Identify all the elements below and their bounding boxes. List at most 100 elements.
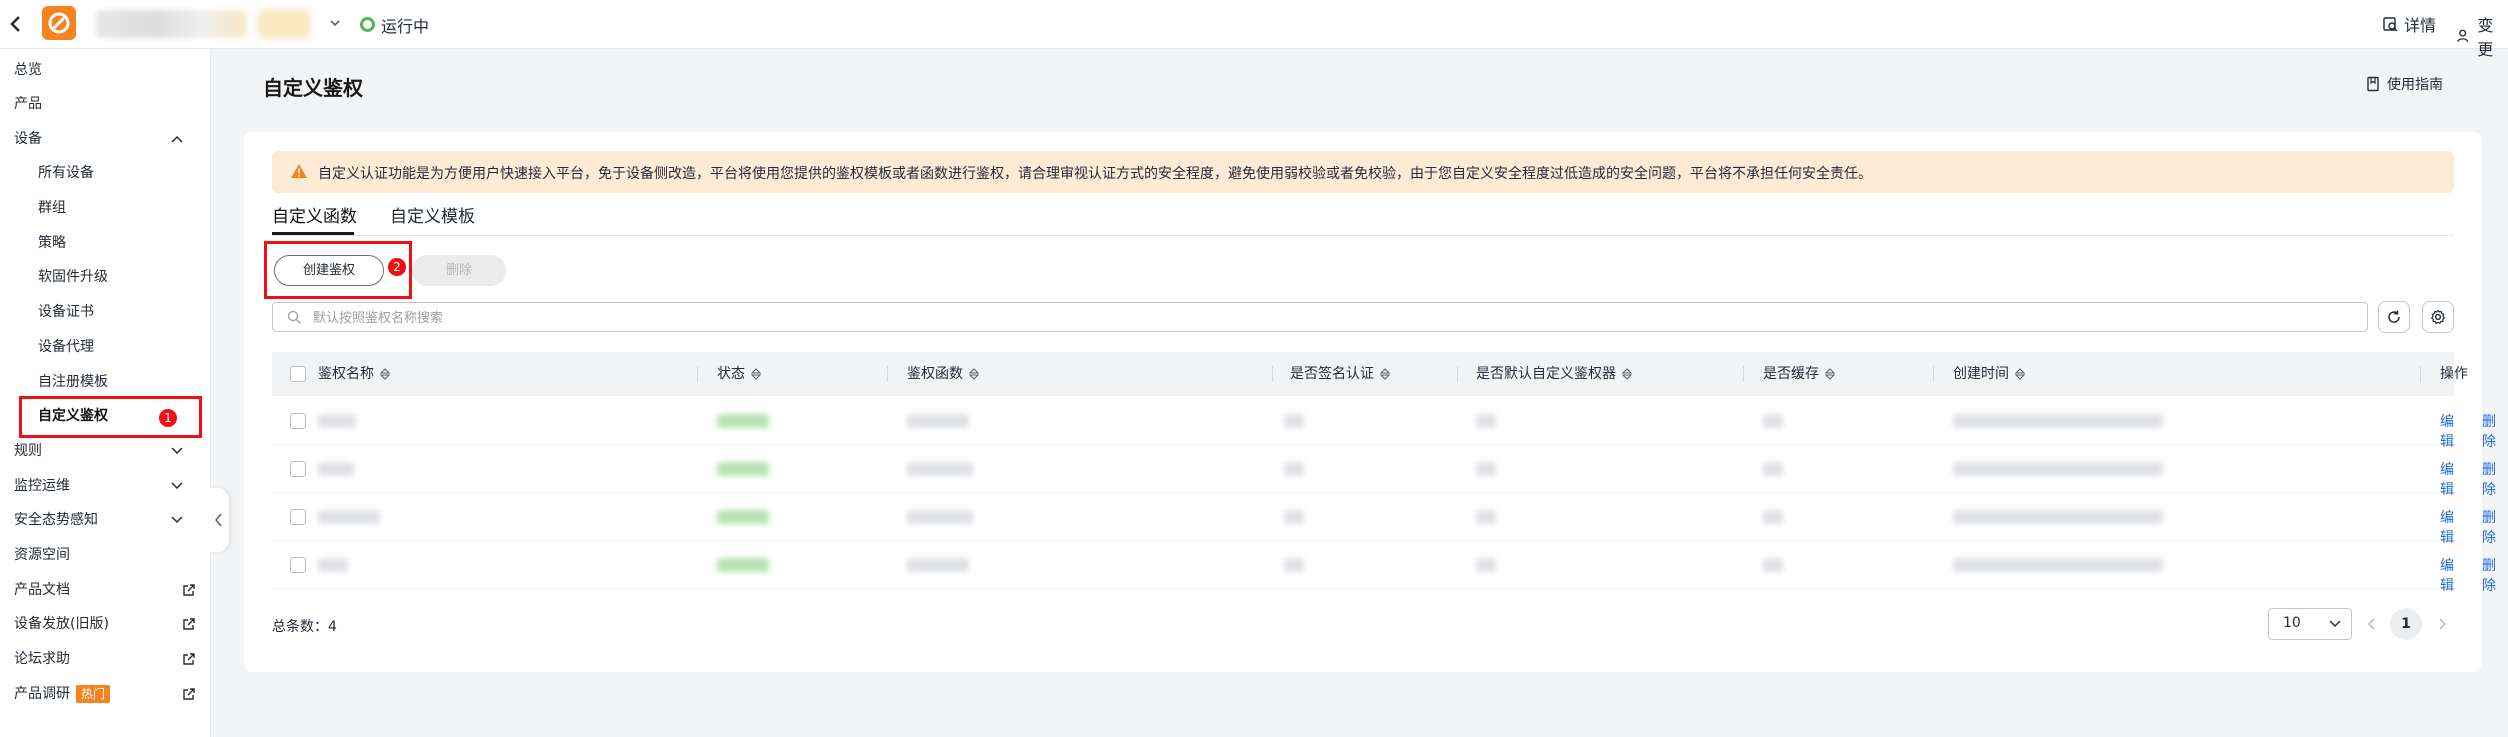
back-arrow-icon[interactable] bbox=[8, 12, 24, 36]
sidebar-item-label: 安全态势感知 bbox=[14, 512, 98, 528]
book-icon bbox=[2367, 76, 2379, 92]
chevron-down-icon bbox=[171, 447, 183, 455]
sidebar: 总览 产品 设备 所有设备 群组 策略 软固件升级 设备证书 设备代理 自注册模… bbox=[0, 49, 211, 737]
step-badge-1: 1 bbox=[159, 409, 177, 427]
instance-status: 运行中 bbox=[381, 17, 430, 36]
table-row: 编辑 删除 bbox=[272, 397, 2496, 450]
sidebar-item-forum[interactable]: 论坛求助 bbox=[0, 642, 210, 676]
column-header-status[interactable]: 状态 bbox=[717, 352, 761, 396]
refresh-button[interactable] bbox=[2378, 301, 2410, 333]
row-checkbox[interactable] bbox=[290, 557, 306, 573]
next-page-icon[interactable] bbox=[2436, 616, 2448, 632]
redacted-default bbox=[1476, 462, 1496, 476]
sidebar-item-devices[interactable]: 设备 bbox=[0, 122, 210, 156]
sidebar-item-label: 所有设备 bbox=[38, 165, 94, 181]
sidebar-item-all-devices[interactable]: 所有设备 bbox=[0, 156, 210, 190]
sidebar-item-label: 监控运维 bbox=[14, 478, 70, 494]
redacted-function bbox=[907, 462, 973, 476]
sidebar-item-label: 产品调研 bbox=[14, 686, 70, 702]
table-row: 编辑 删除 bbox=[272, 493, 2496, 546]
sidebar-item-product-survey[interactable]: 产品调研 热门 bbox=[0, 677, 210, 711]
sidebar-item-firmware-upgrade[interactable]: 软固件升级 bbox=[0, 260, 210, 294]
chevron-down-icon bbox=[2329, 620, 2341, 627]
row-checkbox[interactable] bbox=[290, 509, 306, 525]
search-icon bbox=[287, 310, 301, 324]
sidebar-item-label: 设备 bbox=[14, 131, 42, 147]
tabs-divider bbox=[272, 235, 2454, 236]
sidebar-item-product-docs[interactable]: 产品文档 bbox=[0, 573, 210, 607]
column-header-name[interactable]: 鉴权名称 bbox=[318, 352, 390, 396]
sort-icon bbox=[751, 368, 761, 380]
sidebar-item-device-provisioning-legacy[interactable]: 设备发放(旧版) bbox=[0, 607, 210, 641]
sort-icon bbox=[1825, 368, 1835, 380]
row-checkbox[interactable] bbox=[290, 413, 306, 429]
sidebar-item-device-proxy[interactable]: 设备代理 bbox=[0, 330, 210, 364]
page-size-select[interactable]: 10 bbox=[2268, 608, 2352, 640]
sidebar-item-products[interactable]: 产品 bbox=[0, 87, 210, 121]
sidebar-item-groups[interactable]: 群组 bbox=[0, 191, 210, 225]
sidebar-item-label: 软固件升级 bbox=[38, 269, 108, 285]
sort-icon bbox=[1622, 368, 1632, 380]
hot-badge: 热门 bbox=[76, 685, 111, 703]
sidebar-item-resource-space[interactable]: 资源空间 bbox=[0, 538, 210, 572]
detail-label: 详情 bbox=[2404, 16, 2437, 35]
row-checkbox[interactable] bbox=[290, 461, 306, 477]
column-header-created-time[interactable]: 创建时间 bbox=[1953, 352, 2025, 396]
sidebar-item-monitoring[interactable]: 监控运维 bbox=[0, 469, 210, 503]
sidebar-item-label: 论坛求助 bbox=[14, 651, 70, 667]
delete-link[interactable]: 删除 bbox=[2482, 411, 2496, 451]
edit-link[interactable]: 编辑 bbox=[2440, 555, 2454, 595]
external-link-icon bbox=[183, 584, 195, 596]
redacted-name bbox=[318, 558, 348, 572]
tab-custom-function[interactable]: 自定义函数 bbox=[272, 202, 357, 227]
sidebar-item-security-posture[interactable]: 安全态势感知 bbox=[0, 503, 210, 537]
page-number-current[interactable]: 1 bbox=[2390, 608, 2422, 640]
step-badge-2: 2 bbox=[388, 258, 406, 276]
sidebar-item-label: 群组 bbox=[38, 200, 66, 216]
change-label: 变更 bbox=[2477, 16, 2494, 59]
redacted-status bbox=[717, 414, 769, 428]
external-link-icon bbox=[183, 688, 195, 700]
delete-link[interactable]: 删除 bbox=[2482, 459, 2496, 499]
column-header-signature-auth[interactable]: 是否签名认证 bbox=[1290, 352, 1390, 396]
sidebar-item-self-registration[interactable]: 自注册模板 bbox=[0, 365, 210, 399]
sidebar-item-overview[interactable]: 总览 bbox=[0, 53, 210, 87]
settings-button[interactable] bbox=[2422, 301, 2454, 333]
tab-custom-template[interactable]: 自定义模板 bbox=[390, 202, 475, 227]
sidebar-item-policies[interactable]: 策略 bbox=[0, 226, 210, 260]
delete-link[interactable]: 删除 bbox=[2482, 507, 2496, 547]
column-header-cache[interactable]: 是否缓存 bbox=[1763, 352, 1835, 396]
product-logo bbox=[42, 6, 76, 40]
column-header-actions: 操作 bbox=[2440, 366, 2468, 382]
chevron-down-icon[interactable] bbox=[328, 16, 342, 30]
redacted-status bbox=[717, 558, 769, 572]
detail-icon bbox=[2383, 17, 2398, 32]
select-all-checkbox[interactable] bbox=[290, 366, 306, 382]
sidebar-item-label: 设备代理 bbox=[38, 339, 94, 355]
delete-button[interactable]: 删除 bbox=[412, 255, 506, 286]
sidebar-item-device-certs[interactable]: 设备证书 bbox=[0, 295, 210, 329]
user-guide-label: 使用指南 bbox=[2387, 77, 2443, 93]
search-input[interactable] bbox=[311, 305, 2215, 331]
column-header-function[interactable]: 鉴权函数 bbox=[907, 352, 979, 396]
user-guide-link[interactable]: 使用指南 bbox=[2366, 74, 2443, 94]
detail-button[interactable]: 详情 bbox=[2382, 12, 2436, 36]
redacted-status bbox=[717, 510, 769, 524]
sort-icon bbox=[1380, 368, 1390, 380]
sidebar-item-rules[interactable]: 规则 bbox=[0, 434, 210, 468]
column-header-default-authorizer[interactable]: 是否默认自定义鉴权器 bbox=[1476, 352, 1632, 396]
redacted-default bbox=[1476, 414, 1496, 428]
redacted-status bbox=[717, 462, 769, 476]
delete-link[interactable]: 删除 bbox=[2482, 555, 2496, 595]
prev-page-icon[interactable] bbox=[2366, 616, 2378, 632]
sidebar-item-label: 规则 bbox=[14, 443, 42, 459]
change-button[interactable]: 变更 bbox=[2456, 12, 2508, 60]
external-link-icon bbox=[183, 653, 195, 665]
active-tab-indicator bbox=[272, 232, 354, 235]
chevron-left-icon bbox=[215, 513, 222, 527]
redacted-cache bbox=[1763, 414, 1783, 428]
total-value: 4 bbox=[328, 619, 337, 635]
sidebar-item-label: 产品 bbox=[14, 96, 42, 112]
refresh-icon bbox=[2388, 310, 2400, 323]
sidebar-collapse-button[interactable] bbox=[209, 488, 229, 552]
